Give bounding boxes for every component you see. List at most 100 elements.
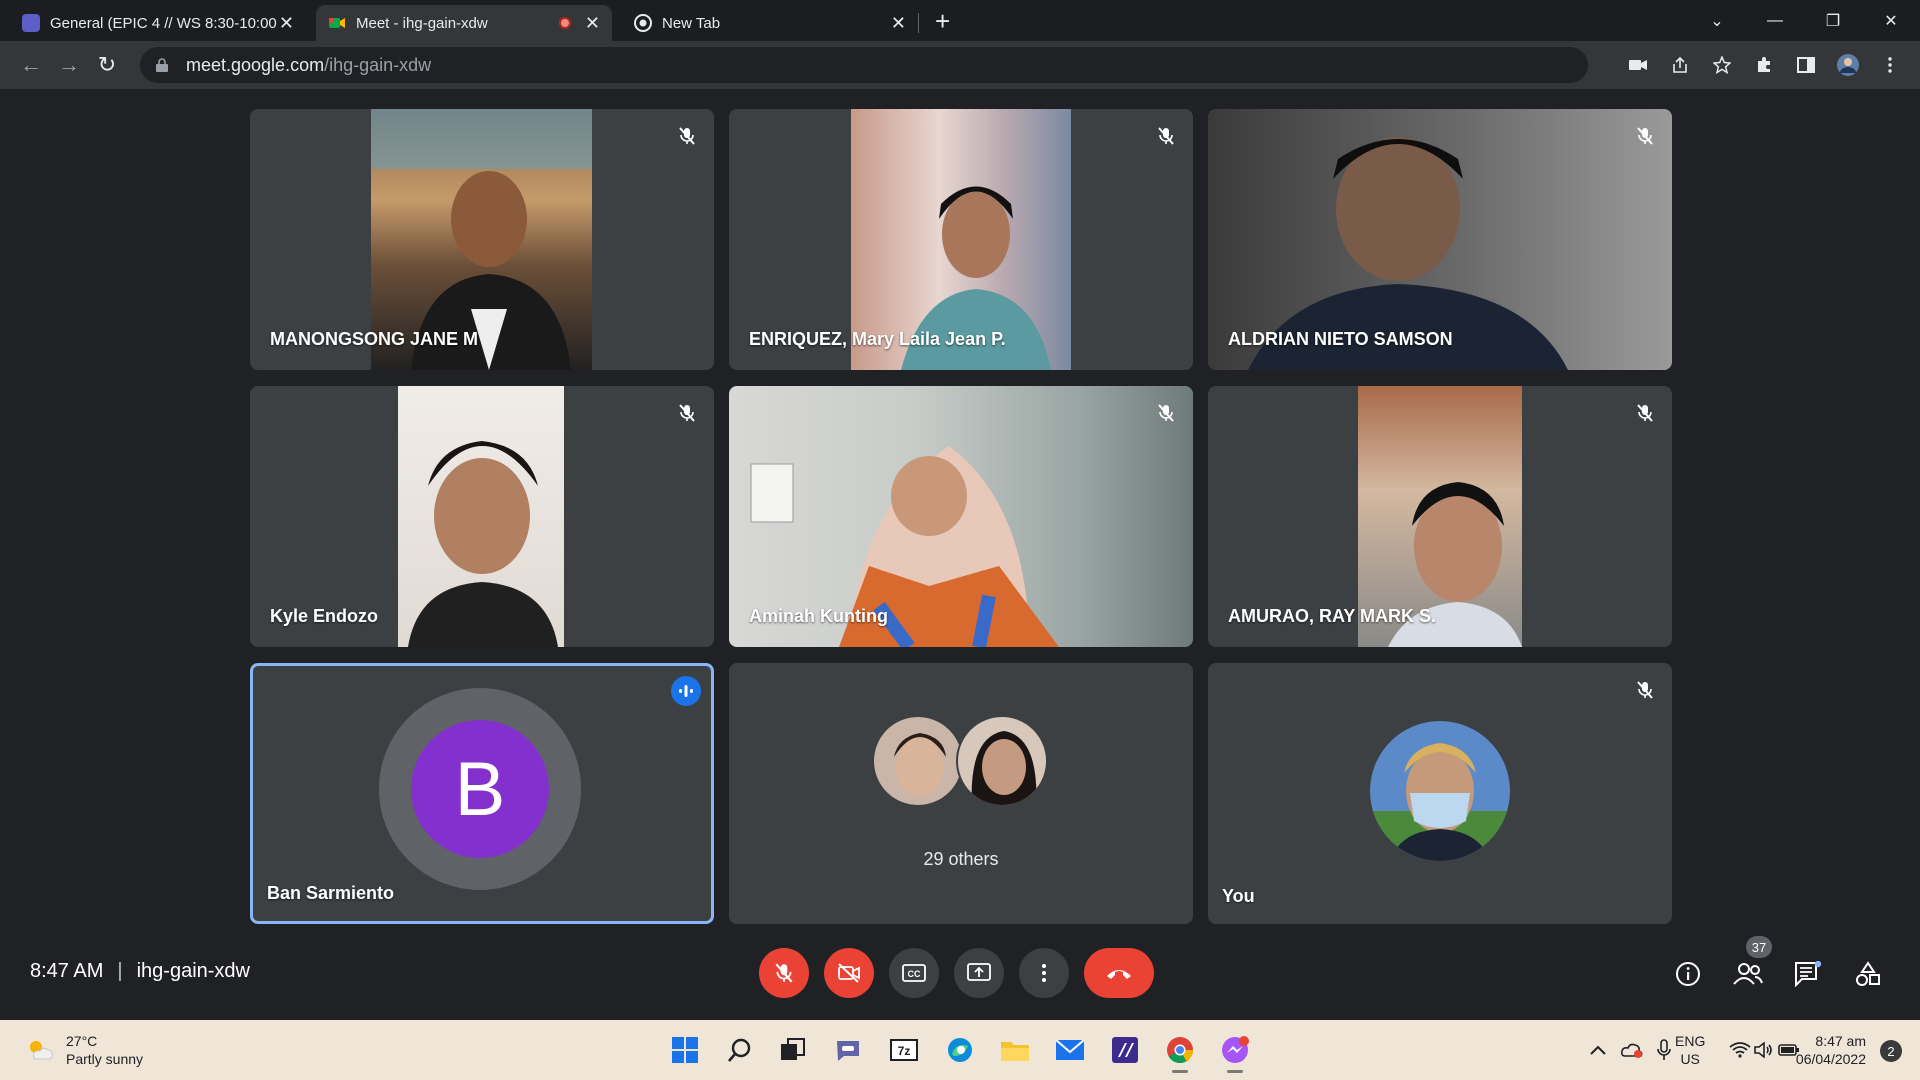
avatar: B (411, 720, 549, 858)
camera-in-use-icon[interactable] (1618, 47, 1658, 83)
new-tab-button[interactable]: + (935, 6, 950, 37)
meeting-details-button[interactable] (1666, 952, 1710, 996)
camera-off-icon (838, 963, 860, 983)
more-options-button[interactable] (1019, 948, 1069, 998)
others-avatar (872, 715, 964, 807)
task-view-icon (781, 1038, 805, 1060)
meeting-time: 8:47 AM (30, 960, 104, 982)
present-screen-button[interactable] (954, 948, 1004, 998)
weather-widget[interactable]: 27°C Partly sunny (26, 1032, 143, 1068)
tab-divider (918, 13, 919, 33)
muted-mic-icon (1632, 677, 1658, 703)
minimize-icon[interactable]: — (1746, 12, 1804, 30)
participant-tile[interactable]: ENRIQUEZ, Mary Laila Jean P. (729, 109, 1193, 370)
tab-close-icon[interactable]: ✕ (891, 13, 906, 34)
region-code: US (1680, 1051, 1700, 1067)
taskbar-search-button[interactable] (720, 1030, 760, 1070)
others-tile[interactable]: 29 others (729, 663, 1193, 924)
svg-text:7z: 7z (898, 1044, 911, 1058)
participant-silhouette (408, 441, 558, 647)
others-avatar (956, 715, 1048, 807)
address-bar[interactable]: meet.google.com /ihg-gain-xdw (140, 47, 1588, 83)
browser-toolbar: ← → ↻ meet.google.com /ihg-gain-xdw (0, 41, 1920, 89)
tab-teams-general[interactable]: General (EPIC 4 // WS 8:30-10:00 ✕ (10, 5, 306, 41)
side-panel-icon[interactable] (1786, 47, 1826, 83)
file-explorer-app[interactable] (995, 1030, 1035, 1070)
participant-tile[interactable]: Aminah Kunting (729, 386, 1193, 647)
more-vert-icon (1042, 964, 1046, 982)
more-menu-icon[interactable] (1870, 47, 1910, 83)
participant-tile[interactable]: ALDRIAN NIETO SAMSON (1208, 109, 1672, 370)
hang-up-icon (1107, 970, 1131, 979)
profile-avatar[interactable] (1828, 47, 1868, 83)
participant-tile[interactable]: MANONGSONG JANE M (250, 109, 714, 370)
window-controls: ⌄ — ❐ ✕ (1688, 0, 1920, 41)
edge-app[interactable] (940, 1030, 980, 1070)
task-view-button[interactable] (773, 1030, 813, 1070)
google-meet-icon (328, 14, 346, 32)
mail-app[interactable] (1050, 1030, 1090, 1070)
meeting-info: 8:47 AM | ihg-gain-xdw (30, 960, 250, 983)
7zip-app[interactable]: 7z (884, 1030, 924, 1070)
system-clock[interactable]: 8:47 am 06/04/2022 (1786, 1032, 1866, 1068)
svg-text:CC: CC (908, 969, 921, 979)
people-button[interactable] (1726, 952, 1770, 996)
toolbar-actions (1618, 47, 1910, 83)
start-button[interactable] (665, 1030, 705, 1070)
chrome-app[interactable] (1160, 1030, 1200, 1073)
others-avatars (872, 715, 1052, 807)
mic-off-icon (775, 963, 793, 983)
extensions-icon[interactable] (1744, 47, 1784, 83)
captions-icon: CC (902, 964, 926, 982)
url-host: meet.google.com (186, 54, 325, 75)
activities-button[interactable] (1846, 952, 1890, 996)
participant-tile[interactable]: AMURAO, RAY MARK S. (1208, 386, 1672, 647)
url-path: /ihg-gain-xdw (324, 54, 432, 75)
self-avatar (1370, 721, 1510, 861)
folder-icon (1001, 1042, 1029, 1061)
muted-mic-icon (674, 400, 700, 426)
visual-studio-app[interactable] (1105, 1030, 1145, 1070)
tab-close-icon[interactable]: ✕ (585, 13, 600, 34)
muted-mic-icon (1632, 123, 1658, 149)
notification-count-badge[interactable]: 2 (1880, 1040, 1902, 1062)
chat-button[interactable] (1786, 952, 1830, 996)
recording-indicator-icon (558, 17, 571, 29)
leave-call-button[interactable] (1084, 948, 1154, 998)
tab-label: Meet - ihg-gain-xdw (356, 14, 488, 32)
participant-tile-active-speaker[interactable]: B Ban Sarmiento (250, 663, 714, 924)
participant-video (398, 386, 564, 647)
chat-app-icon (837, 1041, 859, 1061)
tab-new-tab[interactable]: New Tab ✕ (622, 5, 918, 41)
activities-icon (1856, 961, 1880, 986)
messenger-app[interactable] (1215, 1030, 1255, 1073)
vs-icon (1112, 1037, 1138, 1063)
participant-name: MANONGSONG JANE M (270, 329, 479, 349)
bookmark-star-icon[interactable] (1702, 47, 1742, 83)
participant-tile[interactable]: Kyle Endozo (250, 386, 714, 647)
others-count: 29 others (923, 849, 999, 869)
teams-chat-app[interactable] (828, 1030, 868, 1070)
lock-icon (156, 58, 168, 72)
forward-icon[interactable]: → (50, 46, 88, 84)
tab-meet[interactable]: Meet - ihg-gain-xdw ✕ (316, 5, 612, 41)
os-taskbar: 27°C Partly sunny 7z ENG US 8:47 am 06/0… (0, 1020, 1920, 1080)
mic-off-button[interactable] (759, 948, 809, 998)
clock-date: 06/04/2022 (1795, 1051, 1866, 1067)
self-tile[interactable]: You (1208, 663, 1672, 924)
share-icon[interactable] (1660, 47, 1700, 83)
lang-code: ENG (1675, 1033, 1706, 1049)
partly-sunny-icon (30, 1041, 53, 1060)
camera-off-button[interactable] (824, 948, 874, 998)
input-language[interactable]: ENG US (1675, 1032, 1705, 1068)
reload-icon[interactable]: ↻ (88, 46, 126, 84)
tab-search-icon[interactable]: ⌄ (1688, 11, 1746, 31)
window-close-icon[interactable]: ✕ (1862, 11, 1920, 31)
messenger-icon (1222, 1036, 1249, 1063)
restore-icon[interactable]: ❐ (1804, 11, 1862, 31)
tab-close-icon[interactable]: ✕ (279, 13, 294, 34)
captions-button[interactable]: CC (889, 948, 939, 998)
muted-mic-icon (1153, 123, 1179, 149)
tab-label: New Tab (662, 14, 721, 32)
back-icon[interactable]: ← (12, 46, 50, 84)
